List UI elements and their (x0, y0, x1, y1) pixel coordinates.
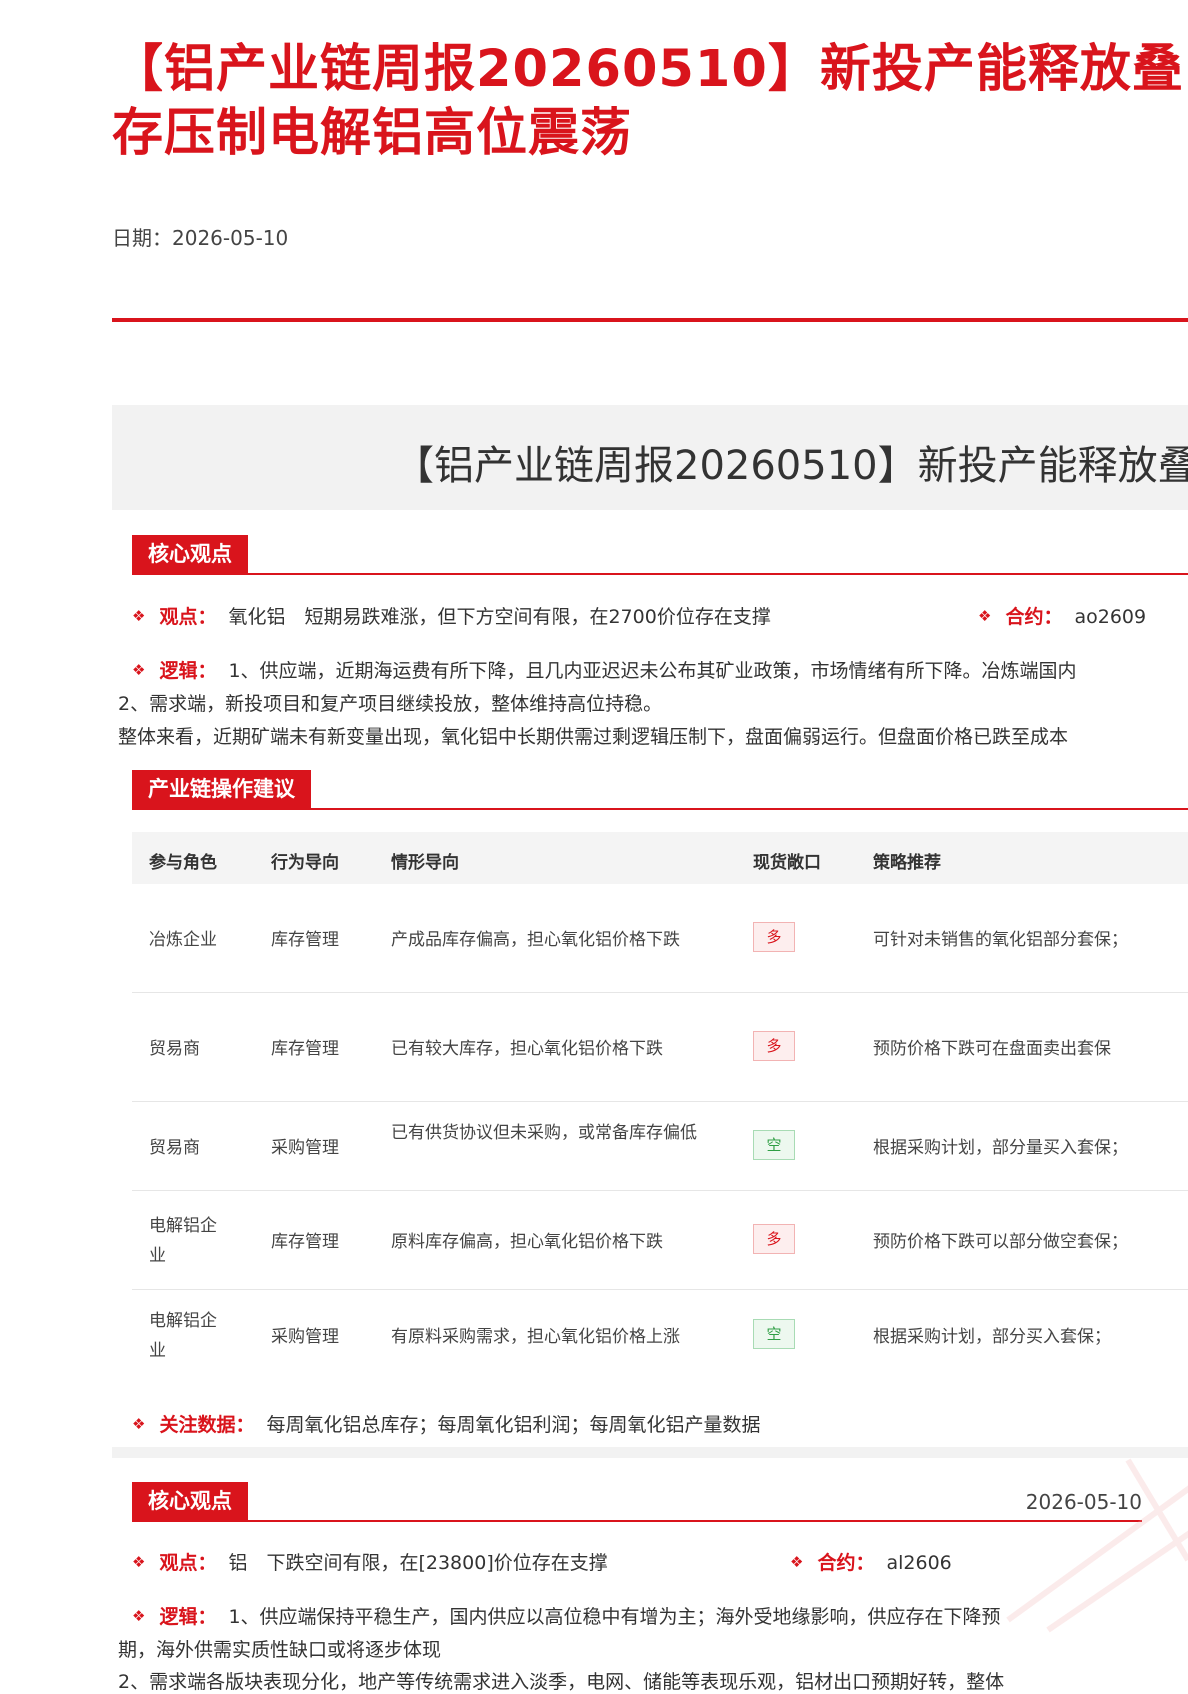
cell-role: 冶炼企业 (149, 930, 217, 950)
table-row: 贸易商 库存管理 已有较大库存，担心氧化铝价格下跌 多 预防价格下跌可在盘面卖出… (132, 993, 1188, 1102)
exposure-badge: 多 (753, 1224, 795, 1254)
report-title: 【铝产业链周报20260510】新投产能释放叠 存压制电解铝高位震荡 (112, 38, 1188, 166)
section-core-view-alumina: 核心观点 (132, 535, 1188, 575)
logic-text-2: 期，海外供需实质性缺口或将逐步体现 (118, 1639, 442, 1661)
diamond-bullet-icon: ❖ (132, 1607, 146, 1625)
logic-line-1: ❖ 逻辑： 1、供应端，近期海运费有所下降，且几内亚迟迟未公布其矿业政策，市场情绪有… (132, 656, 1077, 683)
table-header: 参与角色 行为导向 情形导向 现货敞口 策略推荐 (132, 832, 1188, 884)
contract-value: ao2609 (1074, 606, 1147, 628)
header-exposure: 现货敞口 (753, 853, 821, 873)
table-row: 电解铝企业 采购管理 有原料采购需求，担心氧化铝价格上涨 空 根据采购计划，部分… (132, 1290, 1188, 1378)
table-row: 电解铝企业 库存管理 原料库存偏高，担心氧化铝价格下跌 多 预防价格下跌可以部分… (132, 1191, 1188, 1290)
section-tag: 核心观点 (132, 535, 248, 573)
header-situation: 情形导向 (391, 853, 459, 873)
view-line: ❖ 观点： 铝 下跌空间有限，在[23800]价位存在支撑 (132, 1548, 608, 1575)
diamond-bullet-icon: ❖ (132, 607, 146, 625)
view-text: 氧化铝 短期易跌难涨，但下方空间有限，在2700价位存在支撑 (228, 606, 771, 628)
logic-label: 逻辑： (159, 1606, 217, 1628)
logic-text-1: 1、供应端保持平稳生产，国内供应以高位稳中有增为主；海外受地缘影响，供应存在下降… (228, 1606, 1001, 1628)
cell-role: 电解铝企业 (149, 1311, 217, 1361)
contract-line: ❖ 合约： al2606 (790, 1548, 952, 1575)
contract-value: al2606 (886, 1552, 952, 1574)
diamond-bullet-icon: ❖ (978, 607, 992, 625)
cell-action: 采购管理 (271, 1138, 339, 1158)
section-tag: 核心观点 (132, 1482, 248, 1520)
exposure-badge: 多 (753, 1031, 795, 1061)
logic-label: 逻辑： (159, 660, 217, 682)
cell-situation: 已有较大库存，担心氧化铝价格下跌 (391, 1039, 663, 1059)
watch-data-line: ❖ 关注数据： 每周氧化铝总库存；每周氧化铝利润；每周氧化铝产量数据 (132, 1410, 760, 1437)
watermark-logo-icon (1006, 1458, 1188, 1633)
section-hedge-advice: 产业链操作建议 (132, 770, 1188, 810)
exposure-badge: 空 (753, 1130, 795, 1160)
view-text: 铝 下跌空间有限，在[23800]价位存在支撑 (228, 1552, 608, 1574)
view-line: ❖ 观点： 氧化铝 短期易跌难涨，但下方空间有限，在2700价位存在支撑 (132, 602, 771, 629)
diamond-bullet-icon: ❖ (132, 1553, 146, 1571)
header-role: 参与角色 (149, 853, 217, 873)
contract-label: 合约： (817, 1552, 875, 1574)
report-band: 【铝产业链周报20260510】新投产能释放叠 (112, 405, 1188, 510)
table-row: 贸易商 采购管理 已有供货协议但未采购，或常备库存偏低 空 根据采购计划，部分量… (132, 1102, 1188, 1191)
report-title-line1: 【铝产业链周报20260510】新投产能释放叠 (112, 40, 1184, 99)
header-strategy: 策略推荐 (873, 853, 941, 873)
cell-situation: 有原料采购需求，担心氧化铝价格上涨 (391, 1327, 680, 1347)
table-row: 冶炼企业 库存管理 产成品库存偏高，担心氧化铝价格下跌 多 可针对未销售的氧化铝… (132, 884, 1188, 993)
cell-action: 库存管理 (271, 1039, 339, 1059)
watch-label: 关注数据： (159, 1414, 255, 1436)
diamond-bullet-icon: ❖ (132, 1415, 146, 1433)
header-action: 行为导向 (271, 853, 339, 873)
exposure-badge: 空 (753, 1319, 795, 1349)
logic-text-1: 1、供应端，近期海运费有所下降，且几内亚迟迟未公布其矿业政策，市场情绪有所下降。… (228, 660, 1077, 682)
cell-strategy: 根据采购计划，部分量买入套保； (873, 1138, 1128, 1158)
cell-role: 电解铝企业 (149, 1216, 217, 1266)
cell-action: 库存管理 (271, 930, 339, 950)
report-title-line2: 存压制电解铝高位震荡 (112, 104, 633, 163)
cell-situation: 原料库存偏高，担心氧化铝价格下跌 (391, 1232, 663, 1252)
exposure-badge: 多 (753, 922, 795, 952)
diamond-bullet-icon: ❖ (132, 661, 146, 679)
report-date: 日期：2026-05-10 (112, 226, 289, 250)
report-band-title: 【铝产业链周报20260510】新投产能释放叠 (394, 443, 1188, 489)
contract-line: ❖ 合约： ao2609 (978, 602, 1146, 629)
cell-situation: 已有供货协议但未采购，或常备库存偏低 (391, 1123, 697, 1143)
cell-role: 贸易商 (149, 1138, 200, 1158)
title-divider (112, 318, 1188, 322)
cell-role: 贸易商 (149, 1039, 200, 1059)
cell-action: 库存管理 (271, 1232, 339, 1252)
logic-line-1: ❖ 逻辑： 1、供应端保持平稳生产，国内供应以高位稳中有增为主；海外受地缘影响，供应… (132, 1602, 1001, 1629)
logic-text-2: 2、需求端，新投项目和复产项目继续投放，整体维持高位持稳。 (118, 693, 663, 715)
cell-action: 采购管理 (271, 1327, 339, 1347)
cell-strategy: 预防价格下跌可以部分做空套保； (873, 1232, 1128, 1252)
cell-situation: 产成品库存偏高，担心氧化铝价格下跌 (391, 930, 680, 950)
view-label: 观点： (159, 606, 217, 628)
diamond-bullet-icon: ❖ (790, 1553, 804, 1571)
view-label: 观点： (159, 1552, 217, 1574)
section-tag: 产业链操作建议 (132, 770, 311, 808)
cell-strategy: 预防价格下跌可在盘面卖出套保 (873, 1039, 1111, 1059)
contract-label: 合约： (1005, 606, 1063, 628)
hedge-table: 参与角色 行为导向 情形导向 现货敞口 策略推荐 冶炼企业 库存管理 产成品库存… (132, 832, 1188, 1378)
watch-text: 每周氧化铝总库存；每周氧化铝利润；每周氧化铝产量数据 (266, 1414, 761, 1436)
logic-text-3: 2、需求端各版块表现分化，地产等传统需求进入淡季，电网、储能等表现乐观，铝材出口… (118, 1671, 1005, 1693)
logic-text-3: 整体来看，近期矿端未有新变量出现，氧化铝中长期供需过剩逻辑压制下，盘面偏弱运行。… (118, 726, 1069, 748)
cell-strategy: 根据采购计划，部分买入套保； (873, 1327, 1111, 1347)
cell-strategy: 可针对未销售的氧化铝部分套保； (873, 930, 1128, 950)
